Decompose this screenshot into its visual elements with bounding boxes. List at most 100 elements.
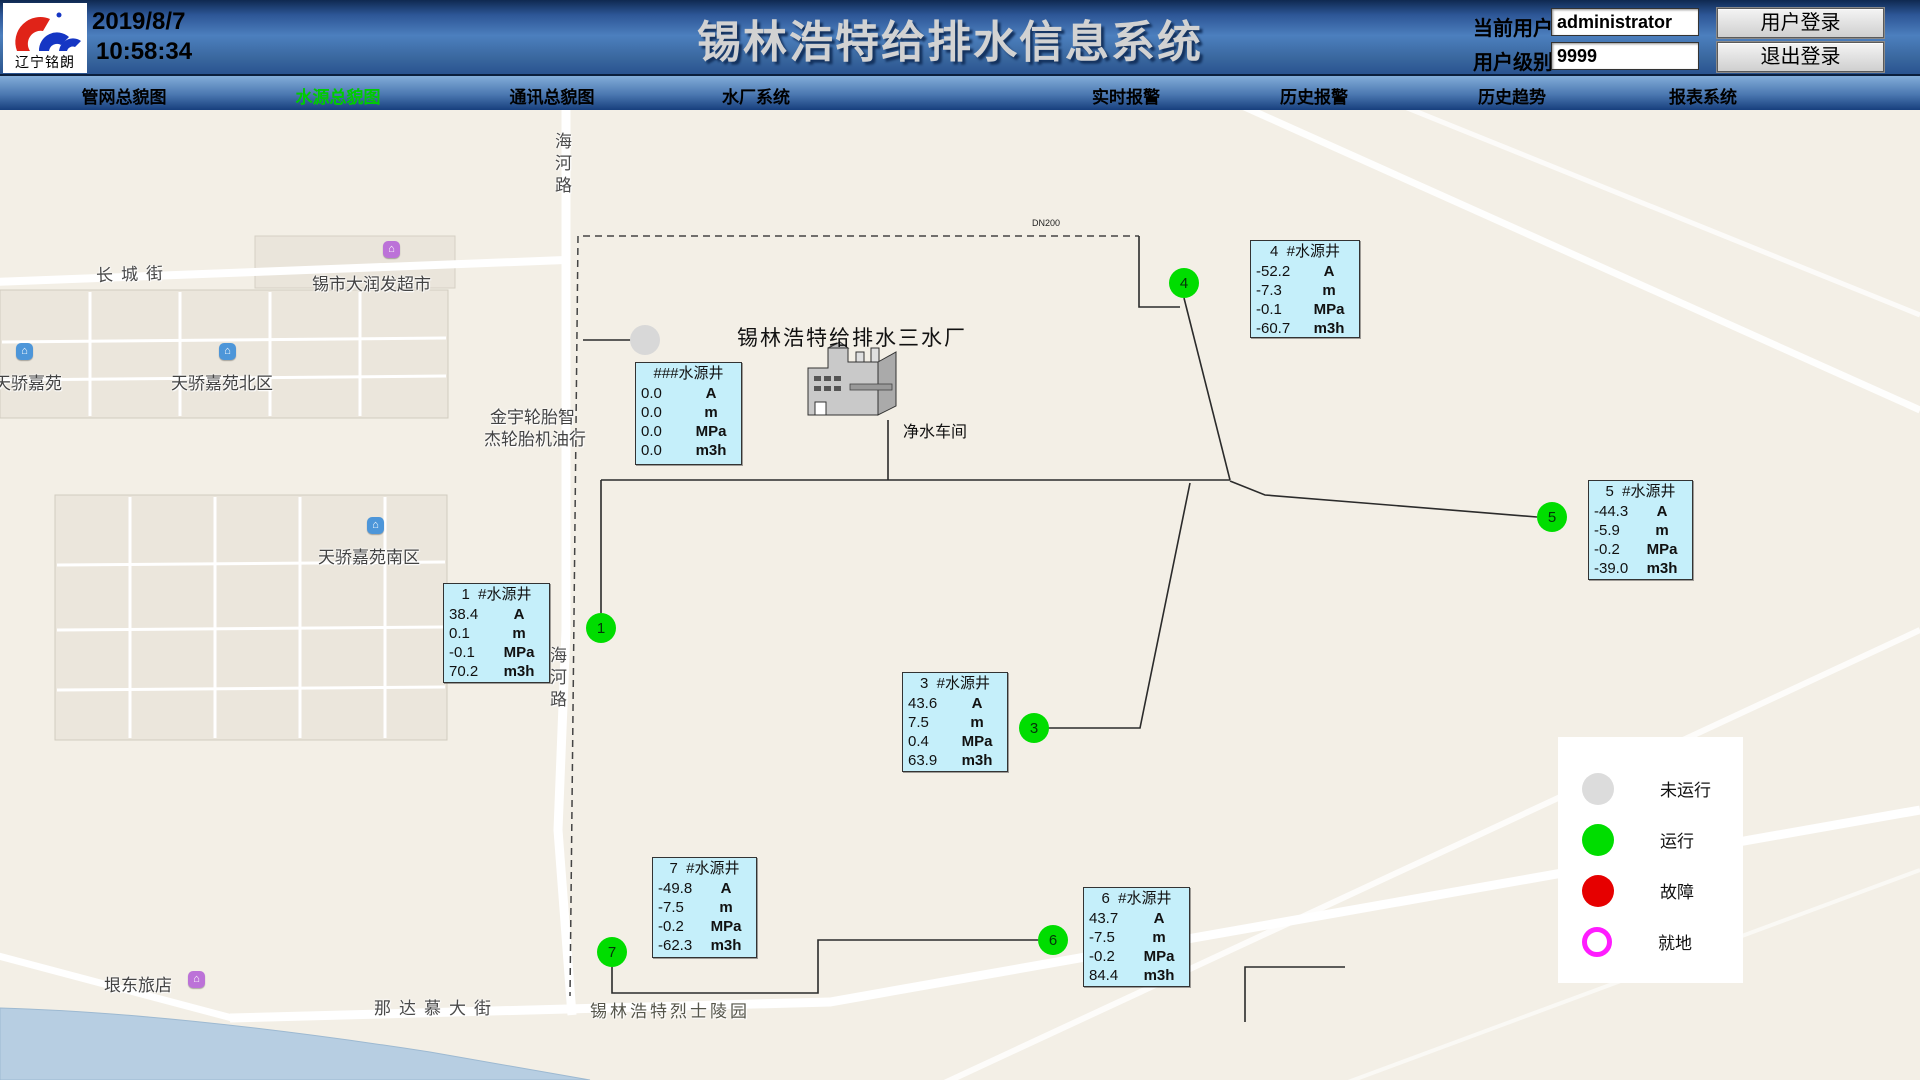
well-unit: m3h <box>1131 966 1187 985</box>
current-time: 10:58:34 <box>96 38 192 66</box>
well-unit: m <box>1634 521 1690 540</box>
legend-swatch-fault <box>1582 875 1614 907</box>
map-label-jinyu-tire-2: 杰轮胎机油行 <box>484 425 586 450</box>
status-legend: 未运行 运行 故障 就地 <box>1558 737 1743 983</box>
well-marker-5[interactable]: 5 <box>1537 502 1567 532</box>
well-unit: MPa <box>491 643 547 662</box>
well-value: -39.0 <box>1589 559 1634 578</box>
well-unit: m <box>683 403 739 422</box>
tab-water-plant-system[interactable]: 水厂系统 <box>722 83 790 108</box>
residential-poi-icon: ⌂ <box>16 343 33 360</box>
well-value: 0.4 <box>903 732 949 751</box>
map-label-supermarket: 锡市大润发超市 <box>312 270 431 295</box>
water-pond <box>95 1052 131 1078</box>
legend-label: 故障 <box>1660 878 1694 903</box>
well-unit: m3h <box>683 441 739 460</box>
well-title: ###水源井 <box>636 364 741 384</box>
pipe-diameter-label: DN200 <box>1032 218 1060 228</box>
tab-communication-overview[interactable]: 通讯总貌图 <box>510 83 595 108</box>
tab-history-alarm[interactable]: 历史报警 <box>1280 83 1348 108</box>
well-value: 0.0 <box>636 422 683 441</box>
legend-item-run: 运行 <box>1558 814 1743 865</box>
residential-north-poi-icon: ⌂ <box>219 343 236 360</box>
well-box-1[interactable]: 1 #水源井 38.4A 0.1m -0.1MPa 70.2m3h <box>443 583 550 683</box>
well-box-4[interactable]: 4 #水源井 -52.2A -7.3m -0.1MPa -60.7m3h <box>1250 240 1360 338</box>
well-value: 0.0 <box>636 384 683 403</box>
well-marker-1[interactable]: 1 <box>586 613 616 643</box>
logout-button[interactable]: 退出登录 <box>1717 42 1884 72</box>
well-marker-3[interactable]: 3 <box>1019 713 1049 743</box>
well-marker-6[interactable]: 6 <box>1038 925 1068 955</box>
well-unit: MPa <box>698 917 754 936</box>
residential-block-south <box>55 495 447 740</box>
well-unit: m <box>491 624 547 643</box>
system-title: 锡林浩特给排水信息系统 <box>560 6 1340 70</box>
tab-realtime-alarm[interactable]: 实时报警 <box>1092 83 1160 108</box>
user-level-field[interactable]: 9999 <box>1551 42 1699 70</box>
well-unit: m <box>698 898 754 917</box>
well-unit: A <box>1301 262 1357 281</box>
well-value: 70.2 <box>444 662 491 681</box>
well-unit: A <box>683 384 739 403</box>
well-box-5[interactable]: 5 #水源井 -44.3A -5.9m -0.2MPa -39.0m3h <box>1588 480 1693 580</box>
well-title: 3 #水源井 <box>903 674 1007 694</box>
well-unit: A <box>1634 502 1690 521</box>
well-value: 0.0 <box>636 403 683 422</box>
map-label-nadamu-street: 那达慕大街 <box>374 994 499 1019</box>
well-box-7[interactable]: 7 #水源井 -49.8A -7.5m -0.2MPa -62.3m3h <box>652 857 757 958</box>
map-label-haihe-road-top: 海河路 <box>549 132 574 228</box>
well-value: -0.1 <box>1251 300 1301 319</box>
map-label-martyrs-cemetery: 锡林浩特烈士陵园 <box>590 997 750 1022</box>
scada-application: 辽宁铭朗 2019/8/7 10:58:34 锡林浩特给排水信息系统 当前用户 … <box>0 0 1920 1080</box>
well-marker-unrun[interactable] <box>630 325 660 355</box>
map-label-tianjiao: 天骄嘉苑 <box>0 369 62 394</box>
well-box-unrun[interactable]: ###水源井 0.0A 0.0m 0.0MPa 0.0m3h <box>635 362 742 465</box>
plant-title: 锡林浩特给排水三水厂 <box>737 322 967 352</box>
well-value: -7.5 <box>653 898 698 917</box>
map-label-tianjiao-south: 天骄嘉苑南区 <box>318 543 420 568</box>
factory-icon <box>808 342 896 415</box>
well-value: -52.2 <box>1251 262 1301 281</box>
tab-pipe-network-overview[interactable]: 管网总貌图 <box>82 83 167 108</box>
well-unit: MPa <box>949 732 1005 751</box>
well-marker-7[interactable]: 7 <box>597 937 627 967</box>
well-value: 0.0 <box>636 441 683 460</box>
login-button[interactable]: 用户登录 <box>1717 8 1884 38</box>
well-value: -7.5 <box>1084 928 1131 947</box>
well-title: 7 #水源井 <box>653 859 756 879</box>
logo-text: 辽宁铭朗 <box>3 52 87 72</box>
current-user-field[interactable]: administrator <box>1551 8 1699 36</box>
map-canvas[interactable]: 海河路 长城街 锡市大润发超市 天骄嘉苑 天骄嘉苑北区 金宇轮胎智 杰轮胎机油行… <box>0 110 1920 1080</box>
header-bar: 辽宁铭朗 2019/8/7 10:58:34 锡林浩特给排水信息系统 当前用户 … <box>0 0 1920 76</box>
legend-label: 就地 <box>1658 929 1692 954</box>
company-logo: 辽宁铭朗 <box>3 3 87 73</box>
well-unit: A <box>491 605 547 624</box>
tab-history-trend[interactable]: 历史趋势 <box>1478 83 1546 108</box>
well-box-3[interactable]: 3 #水源井 43.6A 7.5m 0.4MPa 63.9m3h <box>902 672 1008 772</box>
well-marker-4[interactable]: 4 <box>1169 268 1199 298</box>
well-value: 43.7 <box>1084 909 1131 928</box>
tab-report-system[interactable]: 报表系统 <box>1669 83 1737 108</box>
well-unit: MPa <box>1301 300 1357 319</box>
well-title: 4 #水源井 <box>1251 242 1359 262</box>
well-unit: A <box>1131 909 1187 928</box>
well-unit: m3h <box>949 751 1005 770</box>
well-unit: MPa <box>683 422 739 441</box>
tab-water-source-overview[interactable]: 水源总貌图 <box>296 83 381 108</box>
well-box-6[interactable]: 6 #水源井 43.7A -7.5m -0.2MPa 84.4m3h <box>1083 887 1190 987</box>
well-value: 7.5 <box>903 713 949 732</box>
legend-swatch-run <box>1582 824 1614 856</box>
legend-label: 运行 <box>1660 827 1694 852</box>
well-value: 0.1 <box>444 624 491 643</box>
well-unit: m3h <box>491 662 547 681</box>
current-date: 2019/8/7 <box>92 8 185 36</box>
legend-item-unrun: 未运行 <box>1558 763 1743 814</box>
well-title: 6 #水源井 <box>1084 889 1189 909</box>
shopping-poi-icon: ⌂ <box>383 241 400 258</box>
well-unit: A <box>698 879 754 898</box>
well-value: 84.4 <box>1084 966 1131 985</box>
main-nav: 管网总貌图 水源总貌图 通讯总貌图 水厂系统 实时报警 历史报警 历史趋势 报表… <box>0 76 1920 110</box>
current-user-label: 当前用户 <box>1473 12 1553 41</box>
residential-south-poi-icon: ⌂ <box>367 517 384 534</box>
well-value: -0.2 <box>1589 540 1634 559</box>
